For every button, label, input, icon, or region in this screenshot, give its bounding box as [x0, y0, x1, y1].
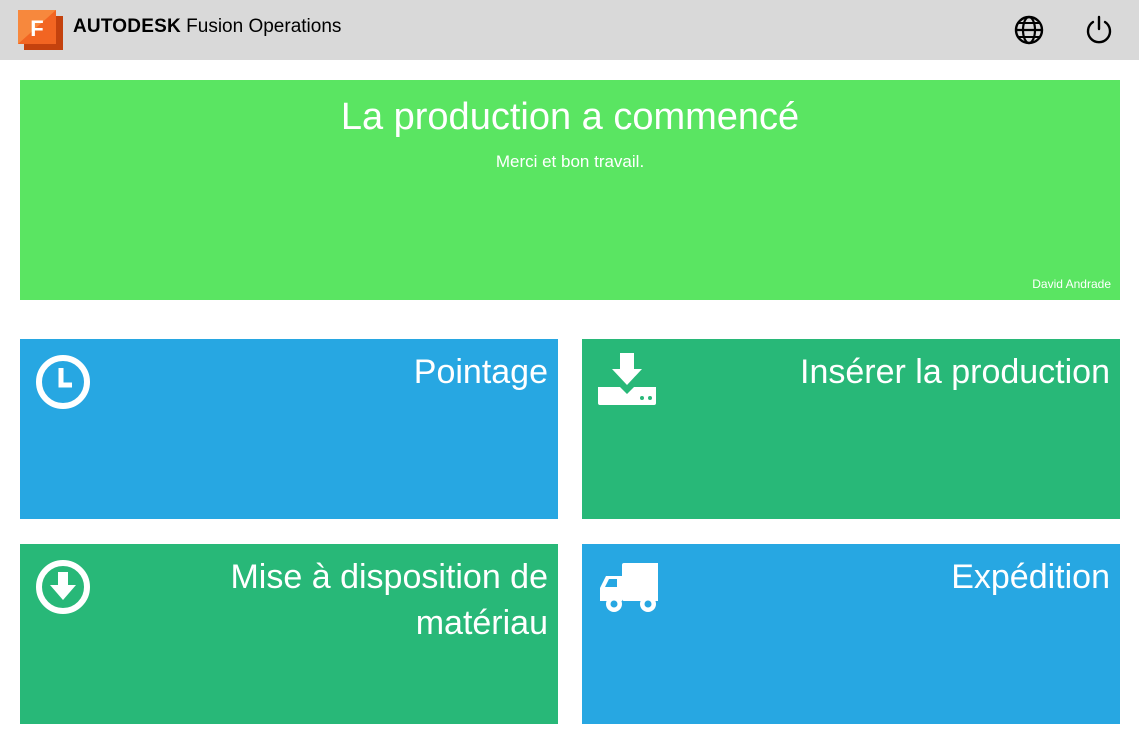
banner-title: La production a commencé — [340, 96, 800, 138]
user-name: David Andrade — [1032, 277, 1111, 291]
brand-title: AUTODESK Fusion Operations — [73, 16, 341, 38]
clock-icon — [36, 355, 90, 409]
globe-icon[interactable] — [1013, 14, 1045, 46]
tile-pointage[interactable]: Pointage — [20, 339, 558, 519]
status-banner: La production a commencé Merci et bon tr… — [20, 80, 1120, 300]
top-bar: F AUTODESK Fusion Operations — [0, 0, 1139, 60]
tile-expedition[interactable]: Expédition — [582, 544, 1120, 724]
tile-mise-a-disposition[interactable]: Mise à disposition de matériau — [20, 544, 558, 724]
fusion-logo-icon: F — [18, 10, 63, 50]
download-tray-icon — [598, 353, 656, 405]
tile-label: Expédition — [951, 558, 1110, 596]
truck-icon — [600, 563, 658, 612]
tile-label: Pointage — [413, 353, 548, 391]
power-icon[interactable] — [1083, 14, 1115, 46]
tile-label: Mise à disposition de matériau — [230, 558, 548, 642]
logo-letter: F — [30, 16, 43, 41]
brand-name: AUTODESK — [73, 16, 181, 37]
tile-label: Insérer la production — [800, 353, 1110, 391]
product-name: Fusion Operations — [186, 16, 342, 37]
banner-subtitle: Merci et bon travail. — [495, 152, 645, 171]
tile-inserer-production[interactable]: Insérer la production — [582, 339, 1120, 519]
arrow-down-circle-icon — [36, 560, 90, 614]
